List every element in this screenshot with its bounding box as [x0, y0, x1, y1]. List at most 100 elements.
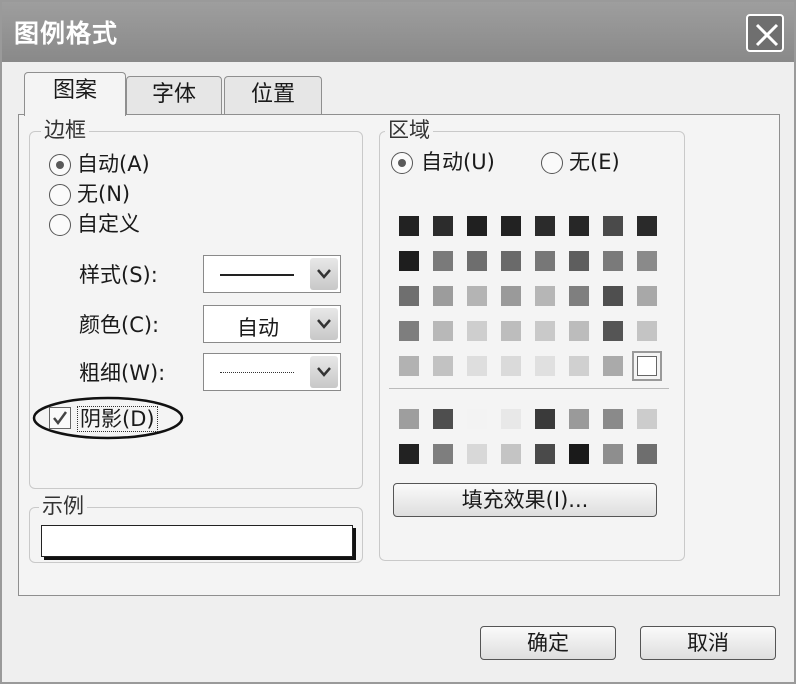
tab-font[interactable]: 字体: [126, 76, 222, 114]
color-swatch[interactable]: [433, 444, 453, 464]
color-swatch[interactable]: [603, 409, 623, 429]
color-swatch[interactable]: [535, 286, 555, 306]
area-none-radio[interactable]: [541, 152, 563, 174]
color-swatch[interactable]: [569, 444, 589, 464]
color-swatch[interactable]: [637, 216, 657, 236]
color-swatch[interactable]: [433, 251, 453, 271]
color-swatch[interactable]: [467, 216, 487, 236]
line-style-select[interactable]: [203, 255, 341, 293]
line-weight-select[interactable]: [203, 353, 341, 391]
tab-pattern[interactable]: 图案: [24, 72, 126, 116]
line-style-dropdown-button[interactable]: [310, 258, 338, 290]
color-swatch[interactable]: [632, 351, 662, 381]
ok-label: 确定: [527, 631, 569, 655]
area-auto-label: 自动(U): [421, 150, 495, 174]
color-swatch[interactable]: [569, 321, 589, 341]
ok-button[interactable]: 确定: [480, 626, 616, 660]
color-swatch[interactable]: [467, 286, 487, 306]
color-swatch[interactable]: [637, 251, 657, 271]
color-swatch[interactable]: [399, 251, 419, 271]
color-swatch[interactable]: [637, 409, 657, 429]
color-swatch[interactable]: [603, 321, 623, 341]
border-custom-label: 自定义: [77, 212, 140, 236]
color-swatch[interactable]: [501, 356, 521, 376]
fill-effects-button[interactable]: 填充效果(I)...: [393, 483, 657, 517]
border-custom-radio[interactable]: [49, 214, 71, 236]
color-swatch[interactable]: [399, 356, 419, 376]
chevron-down-icon: [317, 367, 331, 377]
color-swatch[interactable]: [501, 444, 521, 464]
color-swatch[interactable]: [433, 356, 453, 376]
color-swatch[interactable]: [535, 409, 555, 429]
color-swatch[interactable]: [467, 356, 487, 376]
line-weight-dropdown-button[interactable]: [310, 356, 338, 388]
border-none-radio[interactable]: [49, 184, 71, 206]
color-swatch[interactable]: [501, 286, 521, 306]
cancel-button[interactable]: 取消: [640, 626, 776, 660]
color-swatch[interactable]: [467, 409, 487, 429]
color-swatch[interactable]: [399, 286, 419, 306]
line-weight-label: 粗细(W):: [79, 361, 166, 385]
shadow-checkbox[interactable]: [49, 407, 71, 429]
color-swatch[interactable]: [603, 216, 623, 236]
border-none-label: 无(N): [77, 182, 131, 206]
tab-placement[interactable]: 位置: [224, 76, 322, 114]
color-swatch[interactable]: [433, 216, 453, 236]
color-swatch[interactable]: [433, 409, 453, 429]
shadow-label: 阴影(D): [77, 406, 158, 432]
color-swatch[interactable]: [603, 356, 623, 376]
color-swatch[interactable]: [467, 251, 487, 271]
color-swatch[interactable]: [637, 286, 657, 306]
color-swatch[interactable]: [501, 216, 521, 236]
close-icon: [755, 23, 779, 47]
tab-placement-label: 位置: [250, 82, 295, 107]
line-color-select[interactable]: 自动: [203, 305, 341, 343]
color-swatch[interactable]: [433, 286, 453, 306]
line-weight-preview: [220, 372, 294, 373]
color-swatch[interactable]: [467, 444, 487, 464]
tab-panel-pattern: 边框 自动(A) 无(N) 自定义 样式(S): 颜色(C): 自动 粗细(W)…: [18, 114, 780, 596]
color-swatch[interactable]: [501, 251, 521, 271]
color-swatch[interactable]: [569, 409, 589, 429]
color-swatch[interactable]: [399, 409, 419, 429]
color-swatch[interactable]: [501, 409, 521, 429]
tab-pattern-label: 图案: [52, 78, 97, 103]
area-none-label: 无(E): [569, 150, 620, 174]
color-swatch[interactable]: [535, 321, 555, 341]
color-swatch[interactable]: [535, 356, 555, 376]
border-auto-label: 自动(A): [77, 152, 150, 176]
checkmark-icon: [53, 411, 68, 426]
border-auto-radio[interactable]: [49, 154, 71, 176]
dialog-title: 图例格式: [14, 19, 119, 48]
color-swatch[interactable]: [569, 286, 589, 306]
color-swatch[interactable]: [535, 216, 555, 236]
color-swatch[interactable]: [603, 286, 623, 306]
border-group-legend: 边框: [41, 119, 89, 141]
close-button[interactable]: [746, 14, 784, 52]
chevron-down-icon: [317, 319, 331, 329]
area-auto-radio[interactable]: [391, 152, 413, 174]
color-swatch[interactable]: [467, 321, 487, 341]
color-swatch[interactable]: [569, 251, 589, 271]
color-swatch[interactable]: [399, 216, 419, 236]
color-swatch[interactable]: [637, 444, 657, 464]
color-swatch[interactable]: [535, 444, 555, 464]
color-swatch[interactable]: [569, 356, 589, 376]
color-swatch[interactable]: [637, 321, 657, 341]
color-swatch[interactable]: [603, 444, 623, 464]
color-swatch[interactable]: [399, 444, 419, 464]
line-color-label: 颜色(C):: [79, 313, 160, 337]
color-swatch[interactable]: [535, 251, 555, 271]
palette-divider: [389, 388, 669, 389]
sample-preview: [41, 525, 353, 557]
color-swatch[interactable]: [433, 321, 453, 341]
color-swatch[interactable]: [569, 216, 589, 236]
area-group-legend: 区域: [385, 119, 433, 141]
title-bar[interactable]: 图例格式: [2, 2, 794, 62]
color-swatch[interactable]: [399, 321, 419, 341]
dialog-window: 图例格式 图案 字体 位置 边框 自动(A) 无(N) 自定义 样式(S): 颜…: [0, 0, 796, 684]
color-swatch[interactable]: [501, 321, 521, 341]
line-style-preview: [220, 274, 294, 276]
color-swatch[interactable]: [603, 251, 623, 271]
line-color-dropdown-button[interactable]: [310, 308, 338, 340]
